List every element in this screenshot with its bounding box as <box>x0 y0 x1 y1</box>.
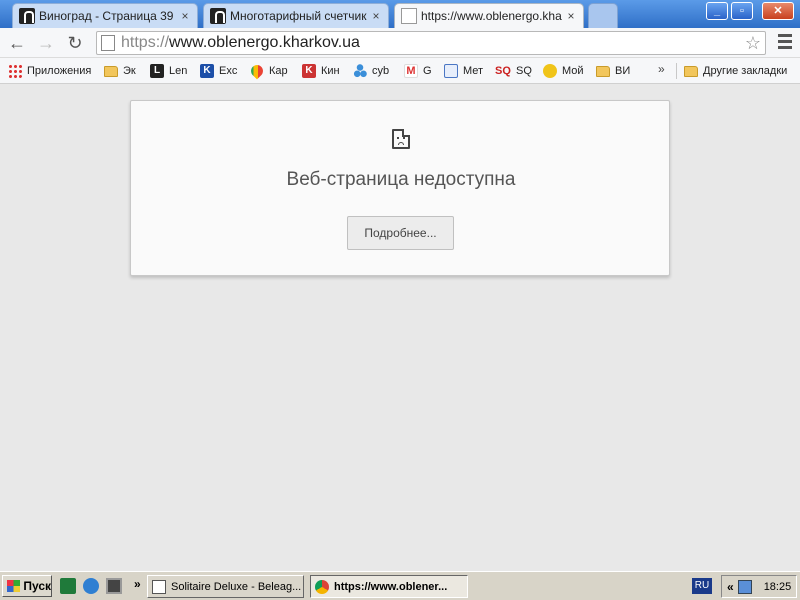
K-icon: K <box>200 64 214 78</box>
snake-icon <box>543 64 557 78</box>
task-chrome[interactable]: https://www.oblener... <box>310 575 468 598</box>
bookmark-vi[interactable]: ВИ <box>596 62 630 80</box>
url-scheme: https:// <box>121 34 170 51</box>
bookmark-cyb[interactable]: cyb <box>353 62 389 80</box>
maps-icon <box>248 62 266 80</box>
page-icon <box>101 35 115 51</box>
address-bar[interactable]: https:// www.oblenergo.kharkov.ua ☆ <box>96 31 766 55</box>
page-favicon-icon <box>401 8 417 24</box>
minimize-button[interactable]: _ <box>706 2 728 20</box>
bookmarks-bar: Приложения Эк L Len K Exc Кар K Кин cyb … <box>0 58 800 84</box>
start-button[interactable]: Пуск <box>2 575 52 597</box>
cards-icon <box>152 579 166 594</box>
folder-icon <box>104 65 118 77</box>
bookmark-label: Эк <box>123 65 136 77</box>
windows-logo-icon <box>7 580 21 592</box>
tray-expand-button[interactable]: « <box>727 580 734 594</box>
desktop-icon[interactable] <box>106 578 122 594</box>
tab-counter[interactable]: Многотарифный счетчик эл × <box>203 3 389 28</box>
bookmark-exc[interactable]: K Exc <box>200 62 237 80</box>
quicklaunch-overflow-button[interactable]: » <box>134 577 141 591</box>
tab-strip: Виноград - Страница 39 - Х × Многотарифн… <box>0 0 800 28</box>
system-tray: « 18:25 <box>721 575 797 598</box>
apps-icon <box>8 64 22 78</box>
forward-button[interactable]: → <box>35 32 57 54</box>
bookmark-label: SQ <box>516 65 532 77</box>
bookmark-moi[interactable]: Мой <box>543 62 584 80</box>
tab-close-icon[interactable]: × <box>565 9 577 23</box>
error-title: Веб-страница недоступна <box>286 169 516 190</box>
taskbar: Пуск » Solitaire Deluxe - Beleag... http… <box>0 571 800 600</box>
tab-title: Виноград - Страница 39 - Х <box>39 9 176 23</box>
close-window-button[interactable]: ✕ <box>762 2 794 20</box>
L-icon: L <box>150 64 164 78</box>
bookmark-label: Мой <box>562 65 584 77</box>
dots-icon <box>353 64 367 78</box>
bookmark-label: Приложения <box>27 65 92 77</box>
bookmark-label: G <box>423 65 432 77</box>
bookmark-sq[interactable]: SQ SQ <box>495 62 532 80</box>
bookmark-ek[interactable]: Эк <box>104 62 136 80</box>
tab-close-icon[interactable]: × <box>179 9 191 23</box>
folder-icon <box>684 65 698 77</box>
forum-favicon-icon <box>19 8 35 24</box>
bookmark-kin[interactable]: K Кин <box>302 62 340 80</box>
K-red-icon: K <box>302 64 316 78</box>
browser-toolbar: ← → ↻ https:// www.oblenergo.kharkov.ua … <box>0 28 800 58</box>
bookmark-label: Мет <box>463 65 484 77</box>
details-button[interactable]: Подробнее... <box>347 216 454 250</box>
bookmark-apps[interactable]: Приложения <box>8 62 91 80</box>
excel-icon[interactable] <box>60 578 76 594</box>
bookmark-label: Exc <box>219 65 238 77</box>
maximize-button[interactable]: ▫ <box>731 2 753 20</box>
clock: 18:25 <box>763 580 792 593</box>
bookmark-star-icon[interactable]: ☆ <box>745 33 761 54</box>
bookmarks-overflow-button[interactable]: » <box>658 62 665 76</box>
task-label: https://www.oblener... <box>334 580 448 593</box>
grid-icon <box>444 64 458 78</box>
tab-close-icon[interactable]: × <box>370 9 382 23</box>
bookmark-label: Len <box>169 65 188 77</box>
bookmark-label: cyb <box>372 65 390 77</box>
new-tab-button[interactable] <box>588 3 618 28</box>
language-indicator[interactable]: RU <box>692 578 712 594</box>
menu-icon[interactable] <box>778 34 792 50</box>
bookmark-label: Кин <box>321 65 340 77</box>
bookmarks-divider <box>676 63 677 79</box>
bookmark-g[interactable]: M G <box>404 62 432 80</box>
task-label: Solitaire Deluxe - Beleag... <box>171 580 302 593</box>
sad-page-icon <box>392 129 410 149</box>
tab-vinograd[interactable]: Виноград - Страница 39 - Х × <box>12 3 198 28</box>
bookmark-len[interactable]: L Len <box>150 62 187 80</box>
task-solitaire[interactable]: Solitaire Deluxe - Beleag... <box>147 575 304 598</box>
bookmark-other[interactable]: Другие закладки <box>684 62 787 80</box>
forum-favicon-icon <box>210 8 226 24</box>
error-card: Веб-страница недоступна Подробнее... <box>130 100 670 276</box>
tab-title: Многотарифный счетчик эл <box>230 9 367 23</box>
bookmark-label: Другие закладки <box>703 65 788 77</box>
internet-explorer-icon[interactable] <box>83 578 99 594</box>
start-label: Пуск <box>23 579 51 593</box>
bookmark-met[interactable]: Мет <box>444 62 483 80</box>
back-button[interactable]: ← <box>6 32 28 54</box>
bookmark-label: Кар <box>269 65 288 77</box>
chrome-icon <box>315 579 329 594</box>
tab-oblenergo[interactable]: https://www.oblenergo.khar × <box>394 3 584 28</box>
bookmark-label: ВИ <box>615 65 631 77</box>
sq-icon: SQ <box>495 65 511 77</box>
tab-title: https://www.oblenergo.khar <box>421 9 562 23</box>
gmail-icon: M <box>404 64 418 78</box>
page-content: Веб-страница недоступна Подробнее... <box>0 85 800 571</box>
bookmark-kar[interactable]: Кар <box>248 62 288 80</box>
reload-button[interactable]: ↻ <box>64 32 86 54</box>
url-host: www.oblenergo.kharkov.ua <box>169 34 360 51</box>
network-icon[interactable] <box>737 579 752 594</box>
folder-icon <box>596 65 610 77</box>
